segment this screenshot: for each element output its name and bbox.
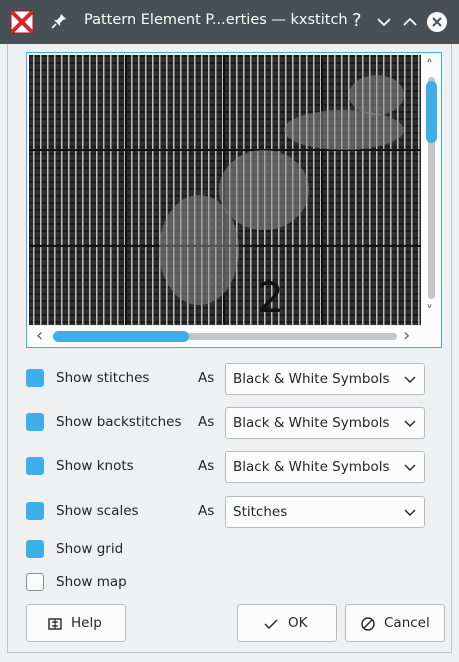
pattern-digit: 2 [257,273,284,322]
scales-format-select[interactable]: Stitches [225,496,425,528]
backstitches-format-value: Black & White Symbols [233,415,390,431]
horizontal-scroll-thumb[interactable] [53,331,189,342]
show-scales-checkbox[interactable] [26,502,44,520]
chevron-down-icon [404,376,416,383]
show-map-label: Show map [56,574,127,590]
minimize-icon[interactable] [372,10,396,34]
help-book-icon [48,618,62,630]
show-map-checkbox[interactable] [26,573,44,591]
show-backstitches-checkbox[interactable] [26,413,44,431]
show-knots-label: Show knots [56,458,134,474]
cancel-button-label: Cancel [384,615,430,631]
ok-button-label: OK [288,615,308,631]
title-bar[interactable]: Pattern Element P...erties — kxstitch ? [0,0,459,44]
stitches-format-select[interactable]: Black & White Symbols [225,363,425,395]
vertical-scrollbar[interactable]: ˄ ˅ [423,55,439,325]
help-button[interactable]: Help [26,604,126,642]
help-glyph: ? [352,10,362,31]
show-stitches-checkbox[interactable] [26,369,44,387]
cancel-icon [361,617,375,631]
checkmark-icon [264,619,278,629]
show-grid-label: Show grid [56,541,124,557]
stitches-format-value: Black & White Symbols [233,371,390,387]
as-label: As [198,458,215,474]
scroll-right-arrow[interactable]: › [403,327,410,345]
scroll-up-arrow[interactable]: ˄ [426,59,433,73]
option-row-backstitches: Show backstitches As Black & White Symbo… [26,407,426,439]
chevron-down-icon [404,420,416,427]
show-grid-checkbox[interactable] [26,540,44,558]
context-help-button[interactable]: ? [346,10,370,34]
scroll-down-arrow[interactable]: ˅ [426,305,433,319]
ok-button[interactable]: OK [237,604,337,642]
show-knots-checkbox[interactable] [26,457,44,475]
pattern-canvas[interactable]: 2 [29,55,421,325]
cancel-button[interactable]: Cancel [345,604,445,642]
scales-format-value: Stitches [233,504,288,520]
show-scales-label: Show scales [56,503,139,519]
horizontal-scrollbar[interactable]: ‹ › [29,326,421,346]
option-row-scales: Show scales As Stitches [26,496,426,528]
as-label: As [198,370,215,386]
scroll-left-arrow[interactable]: ‹ [36,327,43,345]
as-label: As [198,414,215,430]
chevron-down-icon [404,509,416,516]
option-row-knots: Show knots As Black & White Symbols [26,451,426,483]
option-row-map: Show map [26,567,426,599]
close-icon[interactable] [425,10,449,34]
help-button-label: Help [71,615,102,631]
pin-icon[interactable] [50,12,68,30]
vertical-scroll-thumb[interactable] [426,81,437,143]
option-row-grid: Show grid [26,534,426,566]
as-label: As [198,503,215,519]
knots-format-select[interactable]: Black & White Symbols [225,451,425,483]
pattern-preview[interactable]: 2 ˄ ˅ ‹ › [26,52,442,348]
knots-format-value: Black & White Symbols [233,459,390,475]
maximize-icon[interactable] [398,10,422,34]
window-title: Pattern Element P...erties — kxstitch [84,12,348,28]
show-backstitches-label: Show backstitches [56,414,182,430]
kxstitch-app-icon [10,10,34,34]
backstitches-format-select[interactable]: Black & White Symbols [225,407,425,439]
show-stitches-label: Show stitches [56,370,150,386]
chevron-down-icon [404,464,416,471]
option-row-stitches: Show stitches As Black & White Symbols [26,363,426,395]
